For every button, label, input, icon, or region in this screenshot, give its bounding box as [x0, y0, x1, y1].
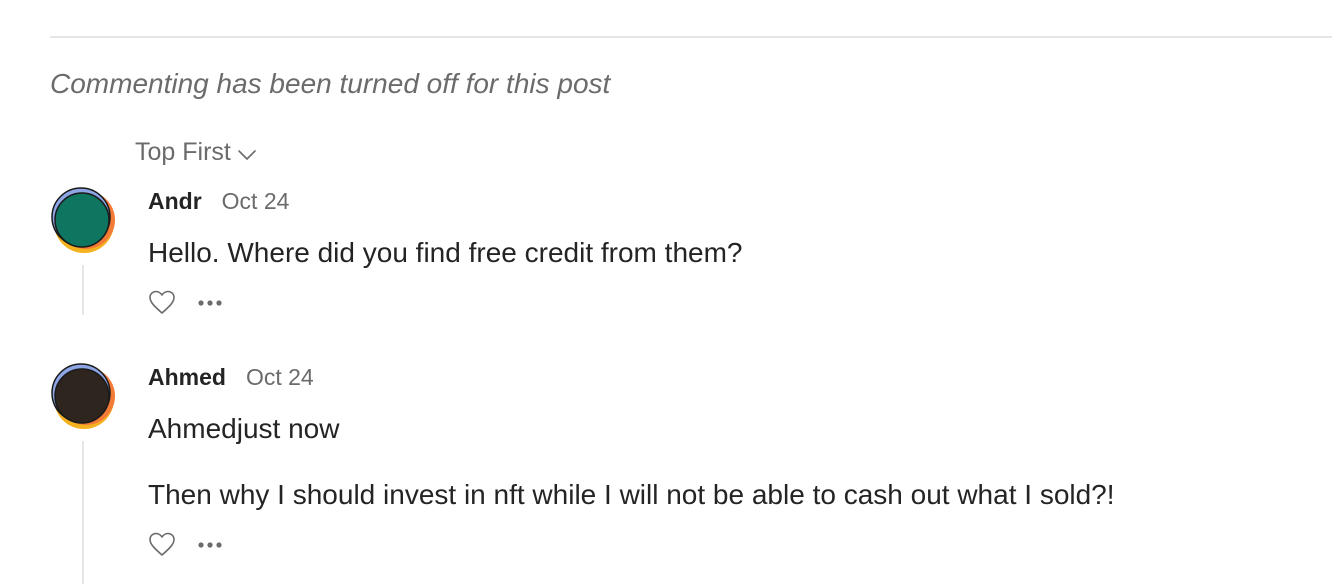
thread-line — [82, 265, 84, 315]
comments-disabled-notice: Commenting has been turned off for this … — [50, 68, 611, 99]
more-dots-icon[interactable] — [198, 541, 222, 549]
comment-body-line: Ahmedjust now — [148, 413, 340, 444]
comment-author[interactable]: Andr — [148, 188, 202, 215]
chevron-down-icon — [238, 149, 256, 160]
sort-label: Top First — [135, 138, 231, 166]
avatar[interactable] — [50, 187, 116, 253]
comments-section: Commenting has been turned off for this … — [0, 0, 1332, 584]
thread-line — [82, 441, 84, 584]
heart-icon[interactable] — [148, 531, 176, 559]
sort-dropdown[interactable]: Top First — [135, 138, 257, 167]
comment-date[interactable]: Oct 24 — [246, 364, 314, 391]
comment-body: Hello. Where did you find free credit fr… — [148, 237, 743, 268]
comment-date[interactable]: Oct 24 — [222, 188, 290, 215]
heart-icon[interactable] — [148, 289, 176, 317]
avatar[interactable] — [50, 363, 116, 429]
comment-author[interactable]: Ahmed — [148, 364, 226, 391]
section-divider — [50, 36, 1332, 38]
comment-body-line: Then why I should invest in nft while I … — [148, 479, 1115, 510]
more-dots-icon[interactable] — [198, 299, 222, 307]
